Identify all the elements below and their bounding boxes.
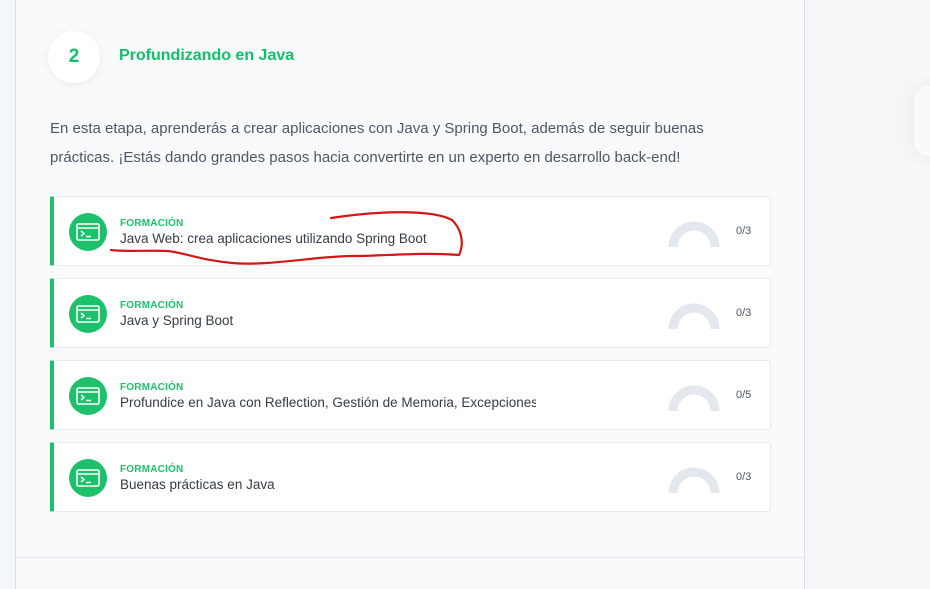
terminal-window-icon <box>69 295 107 333</box>
panel-divider <box>16 557 804 558</box>
progress-ring <box>668 221 720 247</box>
terminal-window-icon <box>69 213 107 251</box>
step-description: En esta etapa, aprenderás a crear aplica… <box>50 120 704 166</box>
course-title[interactable]: Java Web: crea aplicaciones utilizando S… <box>120 231 536 246</box>
course-title[interactable]: Buenas prácticas en Java <box>120 477 536 492</box>
course-kind-label: FORMACIÓN <box>120 382 184 393</box>
course-card[interactable]: FORMACIÓN Java Web: crea aplicaciones ut… <box>50 196 771 266</box>
course-title[interactable]: Profundice en Java con Reflection, Gesti… <box>120 395 536 410</box>
course-kind-label: FORMACIÓN <box>120 300 184 311</box>
course-kind-label: FORMACIÓN <box>120 464 184 475</box>
learning-path-panel: 2 Profundizando en Java En esta etapa, a… <box>15 0 805 589</box>
terminal-window-icon <box>69 377 107 415</box>
progress-ring <box>668 385 720 411</box>
course-progress-count: 0/3 <box>736 225 752 237</box>
terminal-window-icon <box>69 459 107 497</box>
course-card[interactable]: FORMACIÓN Java y Spring Boot 0/3 <box>50 278 771 348</box>
step-title: Profundizando en Java <box>119 47 295 64</box>
step-number: 2 <box>68 46 80 67</box>
side-card <box>914 86 930 156</box>
course-progress-count: 0/5 <box>736 389 752 401</box>
course-progress-count: 0/3 <box>736 471 752 483</box>
course-card[interactable]: FORMACIÓN Buenas prácticas en Java 0/3 <box>50 442 771 512</box>
course-list: FORMACIÓN Java Web: crea aplicaciones ut… <box>50 196 771 524</box>
step-number-badge: 2 <box>48 31 100 83</box>
course-progress-count: 0/3 <box>736 307 752 319</box>
course-card[interactable]: FORMACIÓN Profundice en Java con Reflect… <box>50 360 771 430</box>
course-title[interactable]: Java y Spring Boot <box>120 313 536 328</box>
progress-ring <box>668 467 720 493</box>
right-gutter <box>806 0 930 589</box>
course-kind-label: FORMACIÓN <box>120 218 184 229</box>
progress-ring <box>668 303 720 329</box>
